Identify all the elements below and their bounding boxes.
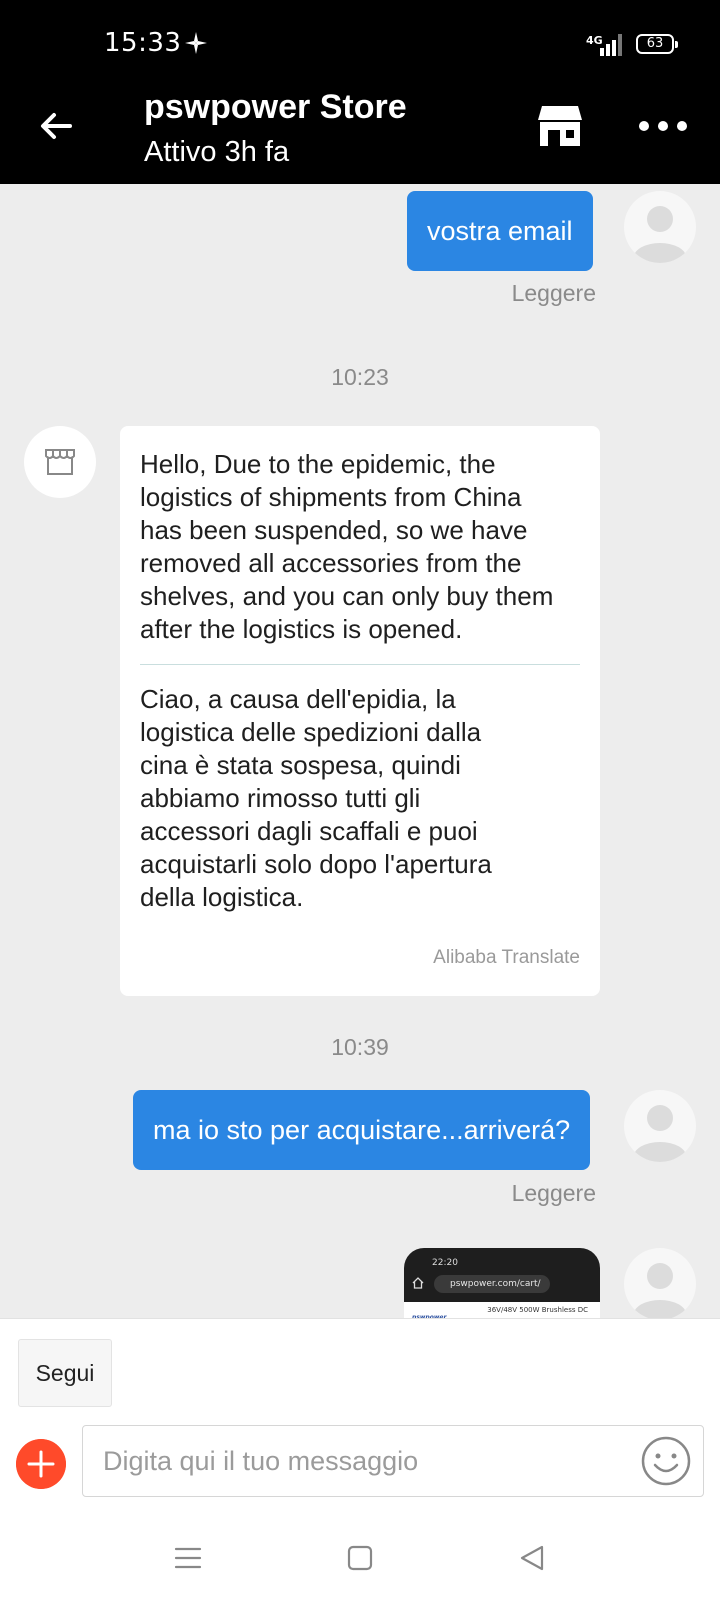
back-triangle-icon[interactable] — [512, 1538, 552, 1578]
back-arrow-icon[interactable] — [36, 106, 76, 146]
storefront-icon — [45, 449, 75, 475]
outgoing-message-bubble[interactable]: ma io sto per acquistare...arriverá? — [133, 1090, 591, 1170]
home-square-icon[interactable] — [340, 1538, 380, 1578]
signal-icon — [600, 34, 622, 56]
store-icon[interactable] — [536, 104, 584, 148]
translation-divider — [140, 664, 580, 665]
thumbnail-url-bar: pswpower.com/cart/ — [434, 1275, 550, 1293]
plus-icon[interactable] — [16, 1439, 66, 1489]
user-silhouette-icon — [634, 1105, 686, 1162]
read-receipt: Leggere — [511, 280, 596, 306]
user-silhouette-icon — [634, 206, 686, 263]
store-avatar[interactable] — [24, 426, 96, 498]
incoming-message-bubble[interactable]: Hello, Due to the epidemic, the logistic… — [120, 426, 600, 996]
user-avatar[interactable] — [624, 1090, 696, 1162]
message-original-text: Hello, Due to the epidemic, the logistic… — [140, 449, 554, 644]
message-translated-text: Ciao, a causa dell'epidia, la logistica … — [140, 684, 492, 912]
message-input[interactable] — [82, 1425, 704, 1497]
emoji-icon[interactable] — [640, 1435, 692, 1487]
status-time: 15:33 — [104, 28, 182, 58]
battery-icon: 63 — [636, 34, 678, 54]
message-composer: Segui — [0, 1318, 720, 1516]
image-message-thumbnail[interactable]: 22:20 pswpower.com/cart/ pswpower 36V/48… — [404, 1248, 600, 1318]
thumbnail-status-time: 22:20 — [432, 1258, 458, 1268]
menu-icon[interactable] — [168, 1538, 208, 1578]
user-avatar[interactable] — [624, 1248, 696, 1318]
more-options-icon[interactable] — [638, 115, 688, 137]
user-avatar[interactable] — [624, 191, 696, 263]
store-name: pswpower Store — [144, 88, 407, 126]
timestamp: 10:23 — [331, 364, 389, 390]
chat-area[interactable]: vostra email Leggere 10:23 Hello, Due to… — [0, 184, 720, 1318]
system-navigation-bar — [0, 1516, 720, 1600]
thumbnail-page: pswpower 36V/48V 500W Brushless DC — [404, 1302, 600, 1318]
outgoing-message-bubble[interactable]: vostra email — [407, 191, 593, 271]
thumbnail-caption: 36V/48V 500W Brushless DC — [487, 1306, 588, 1314]
store-active-status: Attivo 3h fa — [144, 136, 290, 168]
timestamp: 10:39 — [331, 1034, 389, 1060]
translation-credit: Alibaba Translate — [433, 947, 580, 968]
fan-icon — [185, 32, 207, 54]
read-receipt: Leggere — [511, 1180, 596, 1206]
home-icon — [412, 1277, 424, 1289]
user-silhouette-icon — [634, 1263, 686, 1318]
top-bar: 15:33 4G 63 pswpower Store Attivo 3h fa — [0, 0, 720, 184]
follow-button[interactable]: Segui — [18, 1339, 112, 1407]
